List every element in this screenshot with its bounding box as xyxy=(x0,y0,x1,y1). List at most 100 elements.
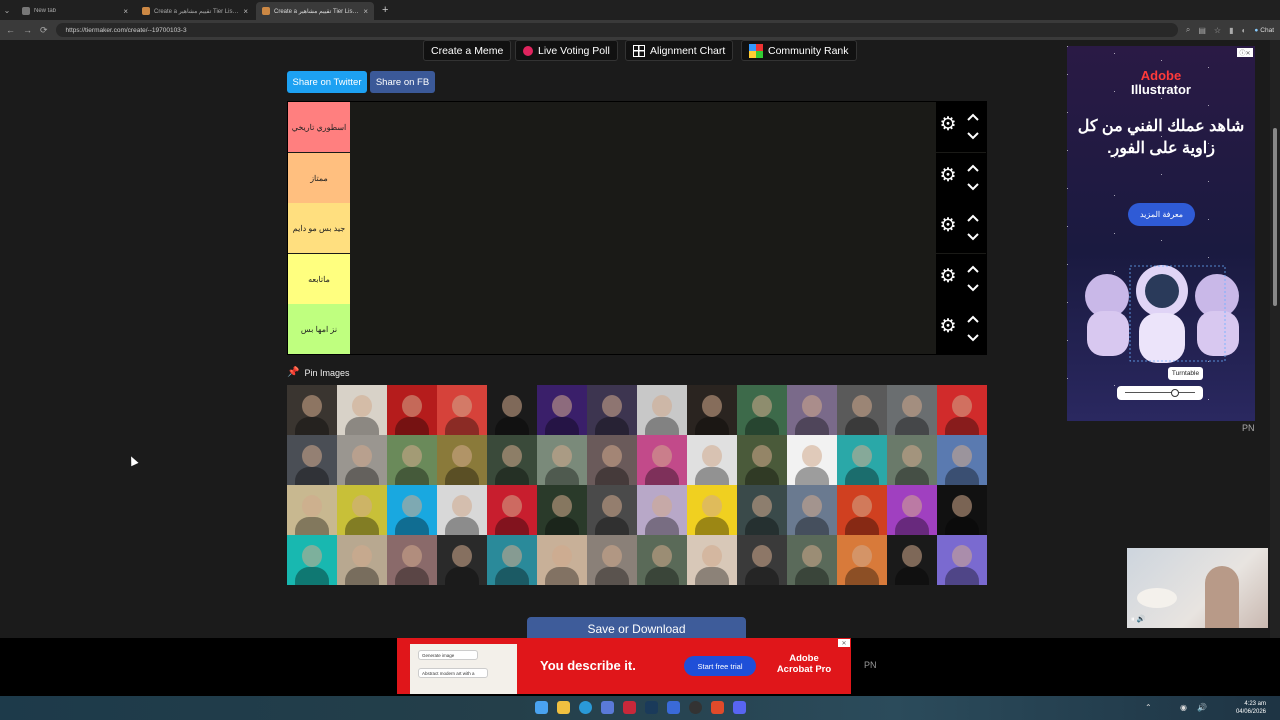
chevron-down-icon[interactable] xyxy=(965,281,981,295)
image-tile[interactable] xyxy=(837,435,887,485)
image-tile[interactable] xyxy=(687,385,737,435)
image-tile[interactable] xyxy=(387,385,437,435)
chat-button[interactable]: ● Chat xyxy=(1254,27,1274,34)
image-tile[interactable] xyxy=(937,385,987,435)
image-tile[interactable] xyxy=(887,535,937,585)
favorite-star-icon[interactable]: ☆ xyxy=(1214,26,1221,35)
image-tile[interactable] xyxy=(487,535,537,585)
ad-close-icon[interactable]: ✕ xyxy=(838,639,850,647)
image-tile[interactable] xyxy=(337,485,387,535)
ad-close-icon[interactable]: ⓘ✕ xyxy=(1237,48,1253,57)
chrome-icon[interactable] xyxy=(689,701,702,714)
ad-start-trial-button[interactable]: Start free trial xyxy=(684,656,756,676)
steam-icon[interactable] xyxy=(645,701,658,714)
image-tile[interactable] xyxy=(737,435,787,485)
image-tile[interactable] xyxy=(487,485,537,535)
tray-chevron-icon[interactable]: ⌃ xyxy=(1145,703,1152,712)
image-tile[interactable] xyxy=(437,485,487,535)
image-tile[interactable] xyxy=(337,385,387,435)
tier-label[interactable]: جيد بس مو دايم xyxy=(288,203,350,253)
chevron-up-icon[interactable] xyxy=(965,161,981,175)
app-icon[interactable] xyxy=(667,701,680,714)
pin-images-toggle[interactable]: 📌 Pin Images xyxy=(287,367,349,378)
image-tile[interactable] xyxy=(687,435,737,485)
image-tile[interactable] xyxy=(337,435,387,485)
image-tile[interactable] xyxy=(537,535,587,585)
chevron-down-icon[interactable] xyxy=(965,230,981,244)
image-tile[interactable] xyxy=(787,435,837,485)
forward-icon[interactable]: → xyxy=(23,25,32,35)
image-tile[interactable] xyxy=(387,435,437,485)
image-tile[interactable] xyxy=(787,385,837,435)
tier-drop-zone[interactable] xyxy=(350,254,936,304)
save-or-download-button[interactable]: Save or Download xyxy=(527,617,746,638)
chevron-up-icon[interactable] xyxy=(965,312,981,326)
tab-tiermaker-1[interactable]: Create a تقييم مشاهير Tier List - Tie × xyxy=(136,2,254,20)
image-tile[interactable] xyxy=(287,385,337,435)
volume-icon[interactable]: 🔊 xyxy=(1197,703,1207,712)
image-tile[interactable] xyxy=(637,485,687,535)
chevron-up-icon[interactable] xyxy=(965,262,981,276)
edge-icon[interactable] xyxy=(579,701,592,714)
brave-icon[interactable] xyxy=(711,701,724,714)
image-tile[interactable] xyxy=(587,485,637,535)
profile-icon[interactable]: ◐ xyxy=(1241,26,1246,35)
image-tile[interactable] xyxy=(287,535,337,585)
reading-view-icon[interactable]: ▤ xyxy=(1198,26,1206,35)
image-tile[interactable] xyxy=(737,385,787,435)
image-tile[interactable] xyxy=(837,535,887,585)
image-tile[interactable] xyxy=(887,485,937,535)
adobe-acrobat-ad[interactable]: Generate image Abstract modern art with … xyxy=(397,638,851,694)
image-tile[interactable] xyxy=(737,535,787,585)
create-meme-button[interactable]: Create a Meme xyxy=(423,40,512,61)
gear-icon[interactable]: ⚙ xyxy=(938,115,958,135)
system-clock[interactable]: 4:23 am 04/06/2026 xyxy=(1236,700,1266,716)
tab-new-tab[interactable]: New tab × xyxy=(16,2,134,20)
network-icon[interactable]: ◉ xyxy=(1180,703,1187,712)
image-tile[interactable] xyxy=(287,485,337,535)
image-tile[interactable] xyxy=(587,435,637,485)
video-controls[interactable]: ⏸ 🔊 xyxy=(1131,615,1145,624)
slider-handle[interactable] xyxy=(1171,389,1179,397)
chevron-down-icon[interactable] xyxy=(965,129,981,143)
tier-drop-zone[interactable] xyxy=(350,102,936,152)
image-tile[interactable] xyxy=(487,435,537,485)
tab-list-icon[interactable]: ⌄ xyxy=(0,6,14,15)
scrollbar-thumb[interactable] xyxy=(1273,128,1277,306)
gear-icon[interactable]: ⚙ xyxy=(938,216,958,236)
chevron-down-icon[interactable] xyxy=(965,331,981,345)
image-tile[interactable] xyxy=(587,535,637,585)
file-explorer-icon[interactable] xyxy=(557,701,570,714)
turntable-slider[interactable] xyxy=(1117,386,1203,400)
close-tab-icon[interactable]: × xyxy=(363,7,368,16)
tier-drop-zone[interactable] xyxy=(350,153,936,203)
image-tile[interactable] xyxy=(787,485,837,535)
image-tile[interactable] xyxy=(937,435,987,485)
image-tile[interactable] xyxy=(387,535,437,585)
url-input[interactable]: https://tiermaker.com/create/--19700103-… xyxy=(55,23,1178,37)
video-ad-player[interactable]: ⏸ 🔊 xyxy=(1127,548,1268,628)
back-icon[interactable]: ← xyxy=(6,25,15,35)
new-tab-button[interactable]: + xyxy=(382,4,388,16)
image-tile[interactable] xyxy=(887,435,937,485)
image-tile[interactable] xyxy=(837,485,887,535)
alignment-chart-button[interactable]: Alignment Chart xyxy=(625,40,734,61)
image-tile[interactable] xyxy=(637,535,687,585)
gear-icon[interactable]: ⚙ xyxy=(938,317,958,337)
image-tile[interactable] xyxy=(337,535,387,585)
image-tile[interactable] xyxy=(637,385,687,435)
image-tile[interactable] xyxy=(537,435,587,485)
tier-label[interactable]: اسطوري تاريخي xyxy=(288,102,350,152)
image-tile[interactable] xyxy=(387,485,437,535)
image-tile[interactable] xyxy=(787,535,837,585)
chevron-down-icon[interactable] xyxy=(965,180,981,194)
adobe-illustrator-ad[interactable]: ⓘ✕ Adobe Illustrator شاهد عملك الفني من … xyxy=(1067,46,1255,421)
image-tile[interactable] xyxy=(537,385,587,435)
tier-label[interactable]: ممتاز xyxy=(288,153,350,203)
close-tab-icon[interactable]: × xyxy=(123,7,128,16)
store-icon[interactable] xyxy=(601,701,614,714)
image-tile[interactable] xyxy=(287,435,337,485)
live-voting-button[interactable]: Live Voting Poll xyxy=(515,40,618,61)
image-tile[interactable] xyxy=(687,535,737,585)
image-tile[interactable] xyxy=(437,385,487,435)
